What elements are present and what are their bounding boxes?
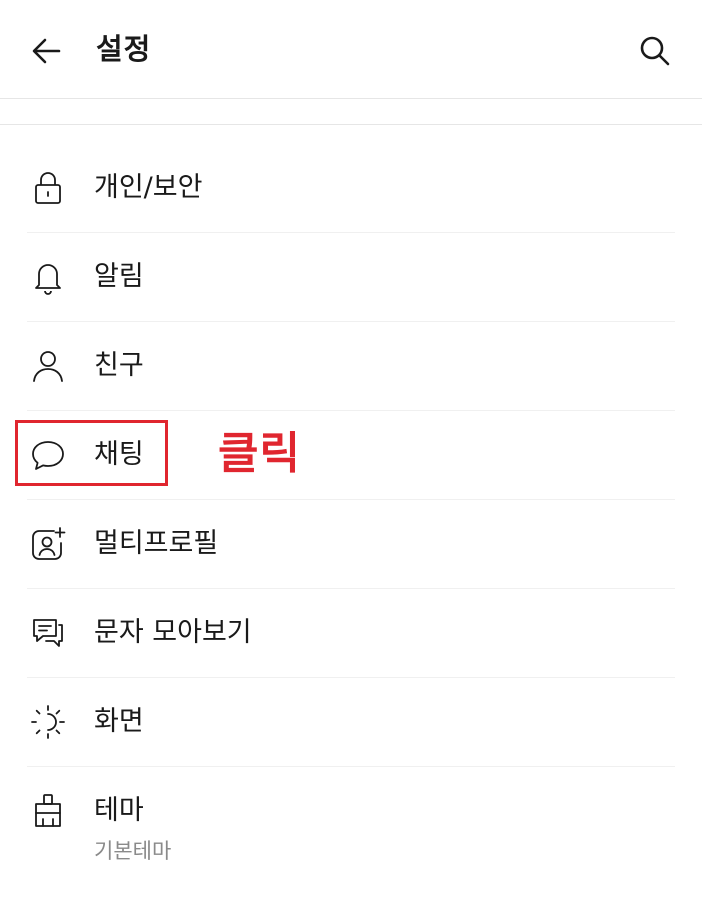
menu-item-messages[interactable]: 문자 모아보기 (27, 589, 675, 678)
paint-brush-icon (30, 793, 66, 829)
search-icon (639, 35, 671, 67)
menu-item-notifications[interactable]: 알림 (27, 233, 675, 322)
menu-item-label: 개인/보안 (94, 172, 203, 203)
profile-add-icon (30, 526, 66, 562)
menu-item-theme[interactable]: 테마 기본테마 (27, 767, 675, 877)
menu-item-label: 친구 (94, 350, 144, 381)
settings-menu: 개인/보안 알림 친구 채팅 멀티프로필 문자 모아보기 화면 테마 기본테마 (0, 144, 702, 877)
menu-item-label: 문자 모아보기 (94, 617, 252, 648)
back-button[interactable] (26, 30, 68, 72)
click-annotation: 클릭 (218, 428, 301, 479)
section-divider (0, 124, 702, 125)
menu-item-sublabel: 기본테마 (94, 839, 172, 863)
lock-icon (30, 170, 66, 206)
arrow-left-icon (31, 35, 63, 67)
chat-bubble-icon (30, 437, 66, 473)
menu-item-chat[interactable]: 채팅 (27, 411, 675, 500)
menu-item-privacy-security[interactable]: 개인/보안 (27, 144, 675, 233)
menu-item-display[interactable]: 화면 (27, 678, 675, 767)
menu-item-multi-profile[interactable]: 멀티프로필 (27, 500, 675, 589)
menu-item-label: 멀티프로필 (94, 528, 219, 559)
brightness-icon (30, 704, 66, 740)
menu-item-label: 화면 (94, 706, 144, 737)
person-icon (30, 348, 66, 384)
app-header: 설정 (0, 0, 702, 99)
menu-item-label: 테마 (94, 795, 144, 826)
menu-item-label: 알림 (94, 261, 144, 292)
menu-item-label: 채팅 (94, 439, 144, 470)
bell-icon (30, 259, 66, 295)
page-title: 설정 (96, 32, 152, 66)
messages-icon (30, 615, 66, 651)
menu-item-friends[interactable]: 친구 (27, 322, 675, 411)
search-button[interactable] (634, 30, 676, 72)
